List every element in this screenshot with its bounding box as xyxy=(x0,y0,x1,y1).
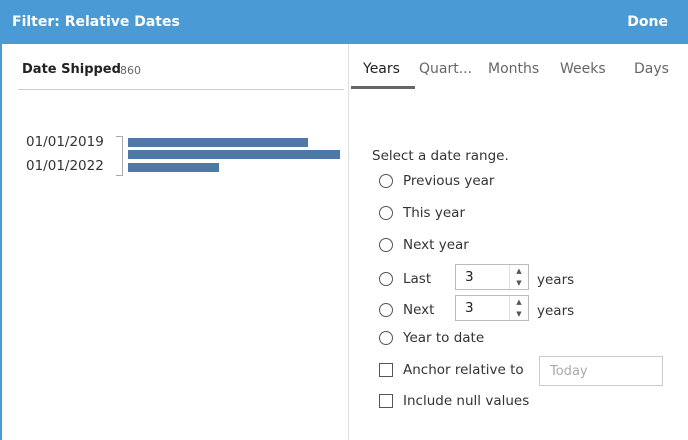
next-n-unit: years xyxy=(537,303,575,319)
field-count: 860 xyxy=(120,64,141,77)
increment-arrow-icon[interactable]: ▲ xyxy=(510,296,528,308)
tab-years[interactable]: Years xyxy=(363,61,400,77)
histogram-start-label: 01/01/2019 xyxy=(26,134,104,150)
increment-arrow-icon[interactable]: ▲ xyxy=(510,265,528,277)
last-n-arrows: ▲ ▼ xyxy=(509,265,528,289)
label-previous-year: Previous year xyxy=(403,173,495,189)
option-this-year[interactable]: This year xyxy=(379,203,465,223)
last-n-value[interactable]: 3 xyxy=(465,269,474,285)
histogram-bracket xyxy=(116,136,123,176)
active-tab-indicator xyxy=(351,86,415,89)
dialog-title: Filter: Relative Dates xyxy=(12,14,180,30)
right-panel: Select a date range. Previous year This … xyxy=(349,92,688,440)
histogram-end-label: 01/01/2022 xyxy=(26,158,104,174)
next-n-stepper[interactable]: 3 ▲ ▼ xyxy=(455,295,529,321)
radio-last-n[interactable] xyxy=(379,272,393,286)
next-n-arrows: ▲ ▼ xyxy=(509,296,528,320)
include-null-checkbox[interactable] xyxy=(379,394,393,408)
radio-next-n[interactable] xyxy=(379,303,393,317)
dialog-header: Filter: Relative Dates Done xyxy=(0,0,688,44)
left-panel: Date Shipped 860 01/01/2019 01/01/2022 xyxy=(2,44,348,440)
anchor-checkbox[interactable] xyxy=(379,363,393,377)
option-previous-year[interactable]: Previous year xyxy=(379,171,494,191)
option-next-n[interactable]: Next xyxy=(379,300,434,320)
period-tabs: Years Quart... Months Weeks Days xyxy=(349,44,688,92)
decrement-arrow-icon[interactable]: ▼ xyxy=(510,308,528,320)
histogram-bar xyxy=(128,163,219,172)
option-last-n[interactable]: Last xyxy=(379,269,431,289)
tab-days[interactable]: Days xyxy=(634,61,669,77)
date-range-prompt: Select a date range. xyxy=(372,148,509,164)
histogram-bar xyxy=(128,138,308,147)
tab-quarters[interactable]: Quart... xyxy=(419,61,472,77)
label-this-year: This year xyxy=(403,205,465,221)
histogram-bar xyxy=(128,150,340,159)
radio-previous-year[interactable] xyxy=(379,174,393,188)
tab-weeks[interactable]: Weeks xyxy=(560,61,606,77)
radio-year-to-date[interactable] xyxy=(379,331,393,345)
option-next-year[interactable]: Next year xyxy=(379,235,469,255)
next-n-value[interactable]: 3 xyxy=(465,300,474,316)
last-n-stepper[interactable]: 3 ▲ ▼ xyxy=(455,264,529,290)
label-next-year: Next year xyxy=(403,237,469,253)
option-year-to-date[interactable]: Year to date xyxy=(379,328,484,348)
include-null-option[interactable]: Include null values xyxy=(379,391,529,411)
decrement-arrow-icon[interactable]: ▼ xyxy=(510,277,528,289)
anchor-relative-option[interactable]: Anchor relative to xyxy=(379,360,524,380)
last-n-unit: years xyxy=(537,272,575,288)
anchor-label: Anchor relative to xyxy=(403,362,524,378)
radio-next-year[interactable] xyxy=(379,238,393,252)
field-name: Date Shipped xyxy=(22,62,121,77)
left-separator xyxy=(18,89,344,90)
done-button[interactable]: Done xyxy=(627,14,668,30)
label-last: Last xyxy=(403,271,432,287)
anchor-date-input[interactable] xyxy=(539,356,663,386)
radio-this-year[interactable] xyxy=(379,206,393,220)
tab-months[interactable]: Months xyxy=(488,61,539,77)
label-year-to-date: Year to date xyxy=(403,330,485,346)
label-next: Next xyxy=(403,302,435,318)
include-null-label: Include null values xyxy=(403,393,530,409)
